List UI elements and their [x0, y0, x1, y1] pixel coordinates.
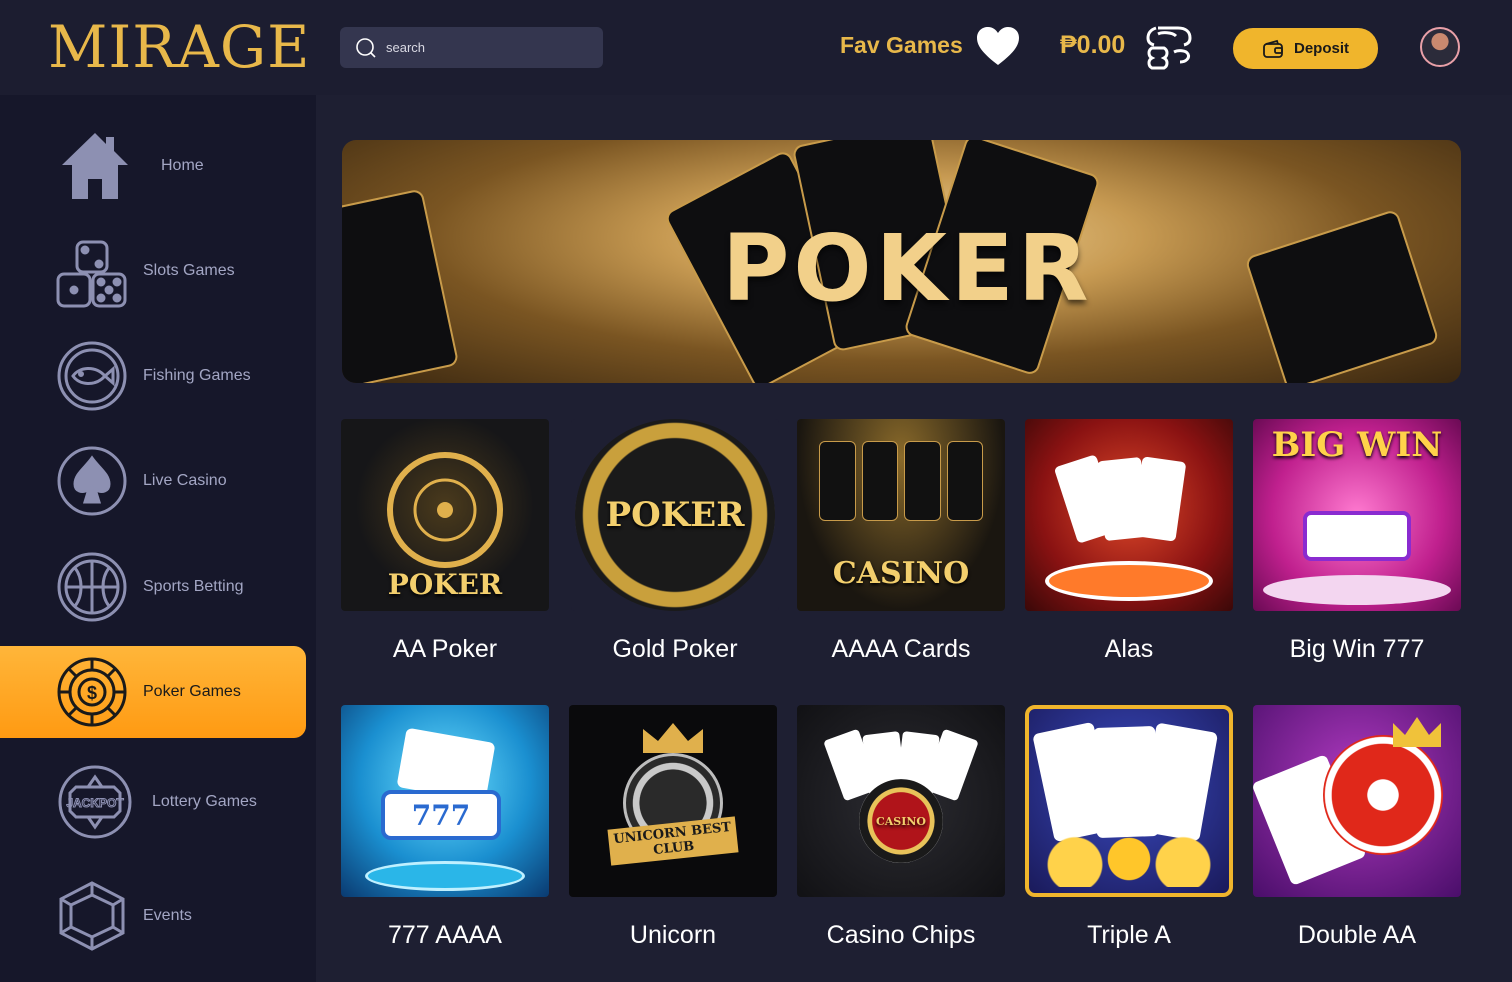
casino-chip-image: CASINO	[859, 779, 943, 863]
game-card-casino-chips[interactable]: CASINO Casino Chips	[797, 705, 1005, 949]
sidebar-item-lottery[interactable]: JACKPOT Lottery Games	[0, 756, 306, 848]
sidebar-item-label: Slots Games	[143, 262, 235, 279]
sidebar: Home Slots Games Fishing Games Live Casi…	[0, 95, 316, 982]
sidebar-item-label: Poker Games	[143, 683, 241, 700]
black-cards-image	[819, 441, 983, 521]
sidebar-item-live-casino[interactable]: Live Casino	[0, 435, 306, 527]
coins-icon[interactable]	[1144, 22, 1196, 72]
chip-stack-image	[1045, 561, 1213, 601]
game-thumbnail: POKER	[341, 419, 549, 611]
thumb-text: CASINO	[875, 814, 926, 828]
sidebar-item-label: Home	[161, 157, 204, 174]
search-input[interactable]	[386, 40, 586, 55]
heart-icon[interactable]	[975, 25, 1021, 67]
poker-banner[interactable]: POKER	[342, 140, 1461, 383]
game-card-unicorn[interactable]: UNICORN BEST CLUB Unicorn	[569, 705, 777, 949]
slot-reels-image	[1303, 511, 1411, 561]
game-thumbnail: 777	[341, 705, 549, 897]
poker-chip-icon: $	[55, 655, 129, 729]
game-name: Unicorn	[629, 921, 717, 949]
crown-icon	[643, 723, 703, 753]
basketball-icon	[55, 550, 129, 624]
thumb-text: 777	[411, 798, 471, 832]
game-thumbnail	[1025, 419, 1233, 611]
game-card-aa-poker[interactable]: POKER AA Poker	[341, 419, 549, 663]
game-name: Gold Poker	[612, 635, 738, 663]
dice-icon	[55, 234, 129, 308]
banner-title: POKER	[722, 215, 1093, 322]
game-thumbnail: CASINO	[797, 419, 1005, 611]
stage-image	[365, 861, 525, 891]
sidebar-item-sports[interactable]: Sports Betting	[0, 541, 306, 633]
mirage-logo[interactable]: MIRAGE	[48, 12, 311, 82]
slot-reels-image: 777	[381, 790, 501, 840]
banner-card-image	[342, 188, 460, 383]
red-chip-image	[1323, 735, 1443, 855]
game-thumbnail: BIG WIN	[1253, 419, 1461, 611]
user-avatar[interactable]	[1420, 27, 1460, 67]
ace-cards-image	[1053, 454, 1193, 549]
game-name: Big Win 777	[1289, 635, 1425, 663]
sidebar-item-poker[interactable]: $ Poker Games	[0, 646, 306, 738]
fav-games-label[interactable]: Fav Games	[840, 32, 963, 59]
game-name: Double AA	[1297, 921, 1417, 949]
game-card-triple-a[interactable]: Triple A	[1025, 705, 1233, 949]
sidebar-item-slots[interactable]: Slots Games	[0, 225, 306, 317]
game-name: AAAA Cards	[831, 635, 971, 663]
jackpot-icon: JACKPOT	[58, 765, 132, 839]
sidebar-item-label: Events	[143, 907, 192, 924]
gold-coins-image	[1039, 831, 1219, 887]
game-card-aaaa-cards[interactable]: CASINO AAAA Cards	[797, 419, 1005, 663]
game-card-777-aaaa[interactable]: 777 777 AAAA	[341, 705, 549, 949]
ace-cards-image	[1032, 721, 1219, 847]
game-name: Casino Chips	[826, 921, 976, 949]
gem-icon	[55, 879, 129, 953]
game-thumbnail	[1253, 705, 1461, 897]
crown-icon	[1393, 717, 1441, 747]
game-card-big-win-777[interactable]: BIG WIN Big Win 777	[1253, 419, 1461, 663]
thumb-text: BIG WIN	[1271, 425, 1443, 465]
stage-image	[1263, 575, 1451, 605]
game-card-gold-poker[interactable]: POKER Gold Poker	[571, 419, 779, 663]
search-bar[interactable]	[340, 27, 603, 68]
game-card-alas[interactable]: Alas	[1025, 419, 1233, 663]
sidebar-item-fishing[interactable]: Fishing Games	[0, 330, 306, 422]
deposit-button[interactable]: Deposit	[1233, 28, 1378, 69]
game-card-double-aa[interactable]: Double AA	[1253, 705, 1461, 949]
game-name: AA Poker	[392, 635, 498, 663]
sidebar-item-events[interactable]: Events	[0, 870, 306, 962]
game-name: Triple A	[1087, 921, 1171, 949]
game-thumbnail	[1025, 705, 1233, 897]
fish-icon	[55, 339, 129, 413]
deposit-label: Deposit	[1293, 40, 1349, 57]
top-header: MIRAGE Fav Games ₱0.00 Deposit	[0, 0, 1512, 95]
game-thumbnail: CASINO	[797, 705, 1005, 897]
game-name: 777 AAAA	[388, 921, 502, 949]
gold-chip-image: POKER	[575, 419, 775, 611]
sidebar-item-home[interactable]: Home	[0, 120, 306, 212]
thumb-text: POKER	[605, 495, 745, 535]
wallet-balance: ₱0.00	[1060, 31, 1126, 59]
game-name: Alas	[1104, 635, 1154, 663]
wallet-icon	[1263, 39, 1283, 58]
game-thumbnail: UNICORN BEST CLUB	[569, 705, 777, 897]
sidebar-item-label: Lottery Games	[152, 793, 257, 810]
sidebar-item-label: Fishing Games	[143, 367, 251, 384]
thumb-text: CASINO	[832, 556, 970, 591]
banner-card-image	[1244, 208, 1440, 383]
home-icon	[58, 129, 132, 203]
sidebar-item-label: Sports Betting	[143, 578, 244, 595]
sidebar-item-label: Live Casino	[143, 472, 227, 489]
search-icon	[356, 37, 376, 58]
svg-text:$: $	[87, 683, 97, 703]
spade-icon	[55, 444, 129, 518]
game-thumbnail: POKER	[571, 419, 779, 611]
svg-text:JACKPOT: JACKPOT	[66, 796, 124, 810]
thumb-text: POKER	[387, 568, 503, 601]
